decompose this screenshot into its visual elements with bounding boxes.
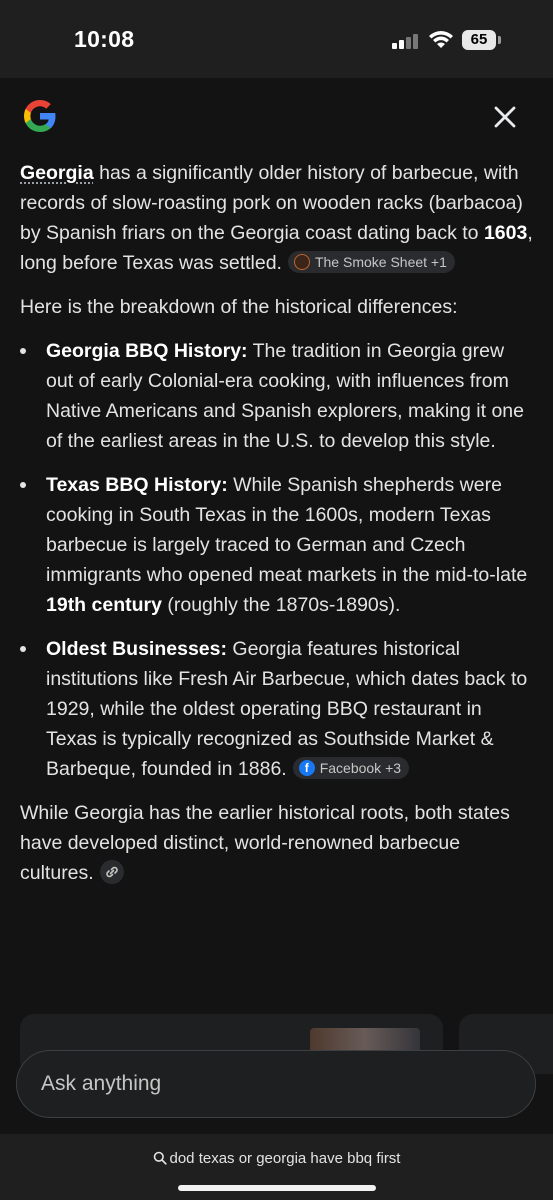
search-query[interactable]: dod texas or georgia have bbq first	[0, 1150, 553, 1167]
term-georgia[interactable]: Georgia	[20, 162, 94, 184]
link-icon[interactable]	[99, 859, 124, 884]
source-chip-smoke-sheet[interactable]: The Smoke Sheet +1	[287, 250, 455, 273]
search-icon	[153, 1151, 167, 1165]
history-list: Georgia BBQ History: The tradition in Ge…	[20, 336, 535, 784]
list-item: Georgia BBQ History: The tradition in Ge…	[20, 336, 535, 456]
wifi-icon	[429, 31, 453, 48]
status-time: 10:08	[74, 26, 135, 52]
battery-level: 65	[462, 30, 496, 50]
close-icon[interactable]	[486, 98, 524, 136]
answer-text: Georgia has a significantly older histor…	[20, 158, 535, 902]
answer-intro: Georgia has a significantly older histor…	[20, 162, 533, 274]
google-logo	[24, 100, 56, 132]
signal-icon	[392, 33, 420, 49]
source-chip-facebook[interactable]: f Facebook +3	[292, 756, 410, 779]
ask-placeholder: Ask anything	[41, 1072, 162, 1095]
ai-answer-sheet: Georgia has a significantly older histor…	[0, 78, 553, 1134]
facebook-icon: f	[298, 760, 315, 777]
list-item: Oldest Businesses: Georgia features hist…	[20, 634, 535, 784]
breakdown-heading: Here is the breakdown of the historical …	[20, 296, 458, 318]
answer-conclusion: While Georgia has the earlier historical…	[20, 802, 510, 884]
ask-input[interactable]: Ask anything	[16, 1050, 536, 1118]
bottom-bar: dod texas or georgia have bbq first	[0, 1134, 553, 1200]
battery-tip	[498, 36, 501, 44]
list-item: Texas BBQ History: While Spanish shepher…	[20, 470, 535, 620]
home-indicator[interactable]	[178, 1185, 376, 1191]
source-favicon-icon	[293, 254, 310, 271]
status-bar: 10:08 65	[0, 0, 553, 78]
